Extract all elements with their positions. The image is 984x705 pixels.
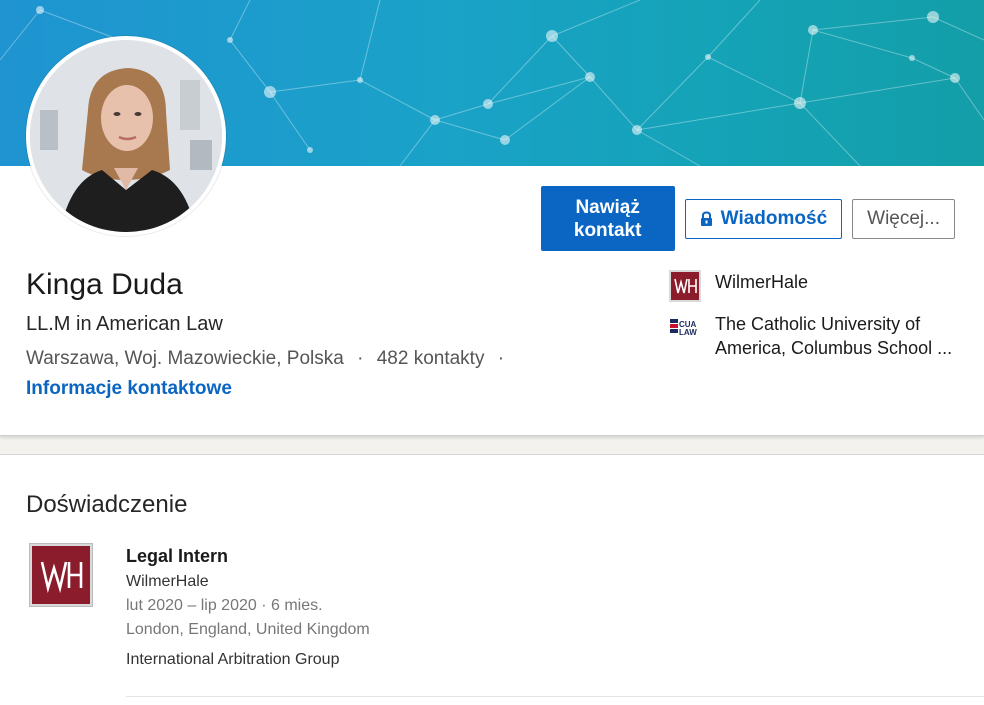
- lock-icon: [700, 210, 713, 227]
- message-button[interactable]: Wiadomość: [684, 198, 843, 239]
- job-location: London, England, United Kingdom: [126, 621, 370, 638]
- separator-dot: ·: [497, 348, 505, 369]
- job-description: International Arbitration Group: [126, 651, 340, 668]
- organization-name: The Catholic University of America, Colu…: [715, 314, 953, 358]
- profile-headline: LL.M in American Law: [26, 313, 223, 335]
- separator-dot: ·: [357, 348, 364, 369]
- job-company: WilmerHale: [126, 573, 209, 590]
- profile-name: Kinga Duda: [26, 268, 183, 301]
- svg-text:LAW: LAW: [679, 328, 697, 337]
- profile-page: Nawiąż kontakt Wiadomość Więcej... Kinga…: [0, 0, 984, 705]
- divider: [126, 696, 984, 697]
- profile-location: Warszawa, Woj. Mazowieckie, Polska: [26, 348, 344, 369]
- experience-item: Legal Intern WilmerHale lut 2020 – lip 2…: [126, 546, 370, 669]
- organizations-list: WilmerHale CUA LAW The Catholic Universi…: [669, 270, 969, 370]
- more-button[interactable]: Więcej...: [852, 198, 955, 239]
- connections-count[interactable]: 482 kontakty: [377, 348, 485, 369]
- wilmerhale-logo-icon: [669, 270, 701, 302]
- wilmerhale-logo-icon[interactable]: [29, 543, 93, 607]
- section-title: Doświadczenie: [26, 491, 188, 518]
- profile-photo[interactable]: [26, 36, 226, 236]
- job-dates: lut 2020 – lip 2020 · 6 mies.: [126, 597, 323, 614]
- avatar: [30, 40, 222, 232]
- job-title[interactable]: Legal Intern: [126, 546, 370, 567]
- organization-item-wilmerhale[interactable]: WilmerHale: [669, 270, 969, 302]
- cua-law-logo-icon: CUA LAW: [669, 312, 701, 344]
- organization-name: WilmerHale: [715, 272, 809, 292]
- contact-info-link[interactable]: Informacje kontaktowe: [26, 378, 232, 400]
- profile-location-row: Warszawa, Woj. Mazowieckie, Polska · 482…: [26, 348, 512, 370]
- experience-section: Doświadczenie Legal Intern WilmerHale lu…: [0, 454, 984, 705]
- profile-actions: Nawiąż kontakt Wiadomość Więcej...: [540, 186, 955, 251]
- organization-item-cua[interactable]: CUA LAW The Catholic University of Ameri…: [669, 312, 969, 360]
- connect-button[interactable]: Nawiąż kontakt: [540, 186, 675, 251]
- profile-top-card: Nawiąż kontakt Wiadomość Więcej... Kinga…: [0, 0, 984, 436]
- message-button-label: Wiadomość: [720, 207, 828, 229]
